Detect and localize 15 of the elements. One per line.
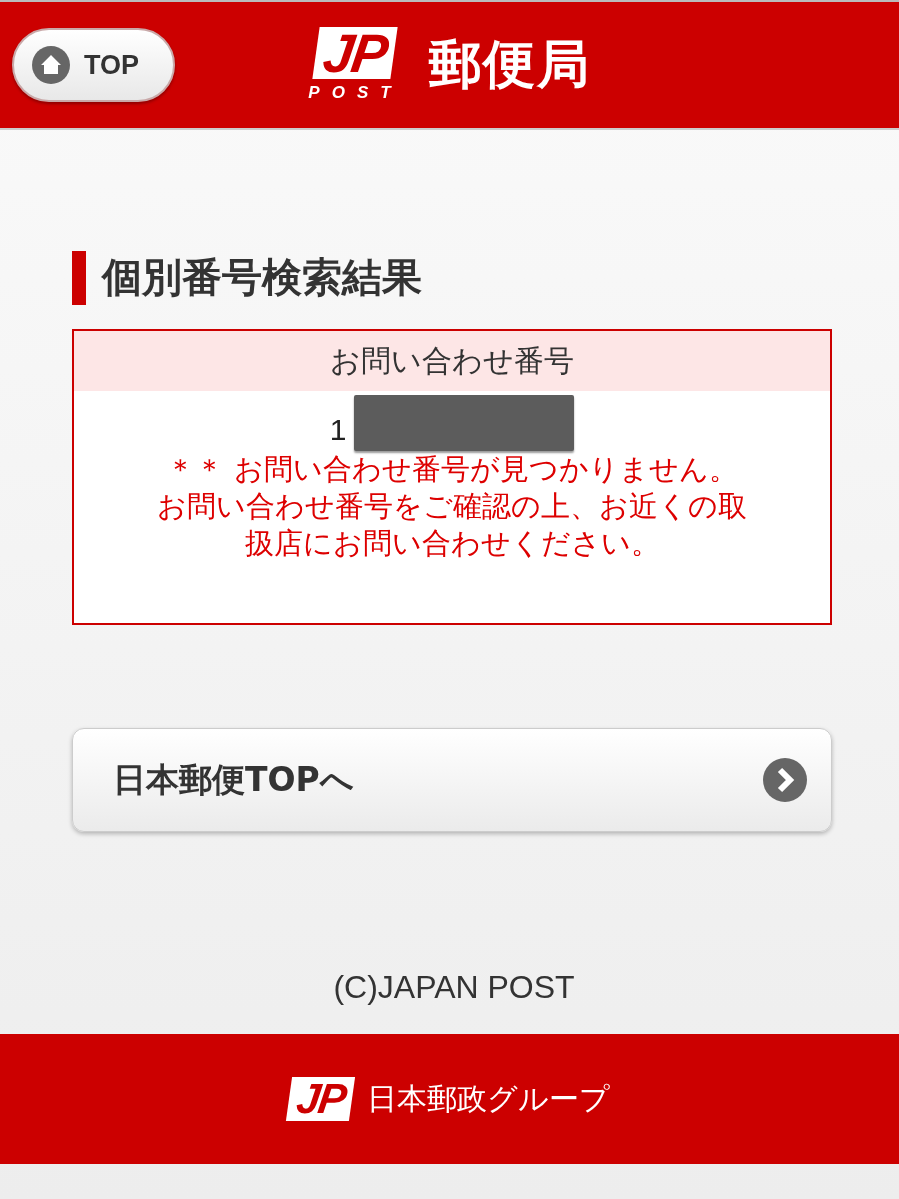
top-button[interactable]: TOP: [12, 28, 175, 102]
site-name: 郵便局: [428, 33, 591, 96]
error-message: ＊＊ お問い合わせ番号が見つかりません。 お問い合わせ番号をご確認の上、お近くの取 扱店にお問い合わせください。: [156, 452, 748, 562]
section-heading: 個別番号検索結果: [102, 253, 422, 302]
column-header: お問い合わせ番号: [74, 331, 830, 391]
logo-text: JP: [286, 1077, 356, 1121]
tracking-number: 1: [329, 413, 347, 447]
heading-marker: [72, 250, 86, 305]
chevron-right-icon: [763, 758, 807, 802]
logo-subtext: POST: [308, 83, 403, 103]
japan-post-top-link[interactable]: 日本郵便TOPへ: [72, 728, 832, 832]
logo-text: JP: [312, 27, 399, 79]
group-name: 日本郵政グループ: [366, 1079, 610, 1118]
home-icon: [32, 46, 70, 84]
copyright-text: (C)JAPAN POST: [332, 969, 576, 1006]
